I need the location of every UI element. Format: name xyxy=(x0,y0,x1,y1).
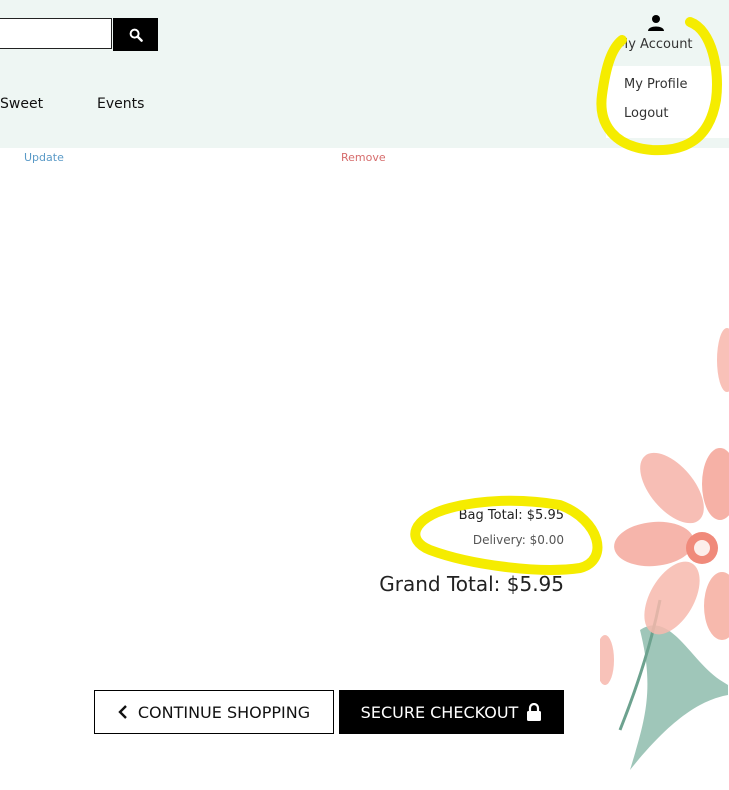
nav-link-sweet[interactable]: Sweet xyxy=(0,96,43,112)
lock-icon xyxy=(527,703,542,721)
search-icon xyxy=(129,28,143,42)
flower xyxy=(614,448,729,640)
logout-link[interactable]: Logout xyxy=(624,106,669,121)
bag-total: Bag Total: $5.95 xyxy=(458,508,564,523)
remove-link[interactable]: Remove xyxy=(341,151,386,164)
grand-total: Grand Total: $5.95 xyxy=(379,572,564,596)
petal-top xyxy=(717,328,729,392)
update-link[interactable]: Update xyxy=(24,151,64,164)
chevron-left-icon xyxy=(118,705,127,719)
my-account-label[interactable]: My Account xyxy=(617,37,693,52)
search-button[interactable] xyxy=(113,18,158,51)
petal-left xyxy=(600,635,614,685)
nav-link-events[interactable]: Events xyxy=(97,96,144,112)
continue-shopping-label: CONTINUE SHOPPING xyxy=(137,702,311,722)
continue-shopping-button[interactable]: CONTINUE SHOPPING xyxy=(94,690,334,734)
flower-decoration xyxy=(600,328,729,770)
leaf xyxy=(630,625,728,770)
site-header: Sweet Events My Account My Profile Logou… xyxy=(0,0,729,148)
search-input[interactable] xyxy=(0,18,112,49)
user-icon[interactable] xyxy=(647,14,665,32)
my-profile-link[interactable]: My Profile xyxy=(624,77,687,92)
delivery-total: Delivery: $0.00 xyxy=(472,533,564,547)
account-dropdown: My Profile Logout xyxy=(606,66,729,138)
stem xyxy=(618,599,662,731)
secure-checkout-button[interactable]: SECURE CHECKOUT xyxy=(339,690,564,734)
secure-checkout-label: SECURE CHECKOUT xyxy=(360,702,519,722)
